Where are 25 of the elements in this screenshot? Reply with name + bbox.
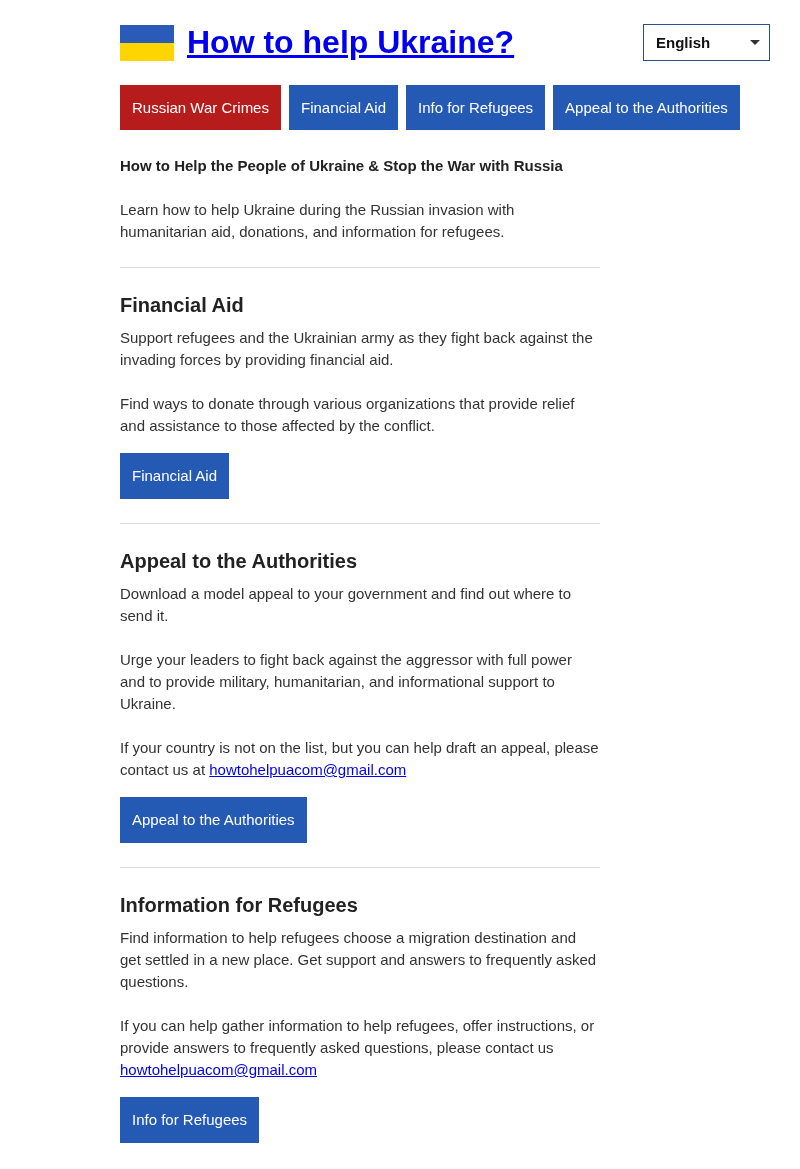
section-heading: Financial Aid [120,293,245,318]
nav-button[interactable]: Russian War Crimes [120,85,281,130]
section-paragraph: Support refugees and the Ukrainian army as they fight back against the invading forces by providing financial aid. [120,328,594,370]
section-paragraph: If you can help gather information to help refugees, offer instructions, or provide answers to frequently asked questions, please contact us howtohelpuacom@gmail.com [120,1016,596,1080]
caret-icon [750,40,760,45]
section-button[interactable]: Appeal to the Authorities [120,797,307,843]
email-link[interactable]: howtohelpuacom@gmail.com [120,1061,317,1078]
section-paragraph: Find information to help refugees choose a migration destination and get settled in a new place. Get support and answers to frequently asked questions. [120,928,598,992]
page-subtitle: How to Help the People of Ukraine & Stop the War with Russia [120,156,564,176]
section-paragraph: Urge your leaders to fight back against the aggressor with full power and to provide military, humanitarian, and informational support to Ukraine. [120,650,573,714]
site-title-link[interactable]: How to help Ukraine? [187,24,515,61]
section-heading: Appeal to the Authorities [120,549,359,574]
language-select[interactable]: English [643,24,770,61]
intro-paragraph: Learn how to help Ukraine during the Russian invasion with humanitarian aid, donations, and information for refugees. [120,200,516,242]
email-link[interactable]: howtohelpuacom@gmail.com [209,761,407,778]
section-button[interactable]: Financial Aid [120,453,230,499]
section-paragraph: If your country is not on the list, but you can help draft an appeal, please contact us at howtohelpuacom@gmail.com [120,738,600,780]
section-paragraph: Download a model appeal to your government and find out where to send it. [120,584,573,626]
section-paragraph: Find ways to donate through various organizations that provide relief and assistance to those affected by the conflict. [120,394,576,436]
nav-button[interactable]: Info for Refugees [406,85,546,130]
flag-icon [120,24,174,61]
section-heading: Information for Refugees [120,893,359,918]
nav-button[interactable]: Appeal to the Authorities [553,85,740,130]
section-button[interactable]: Info for Refugees [120,1097,260,1143]
nav-button[interactable]: Financial Aid [288,85,399,130]
